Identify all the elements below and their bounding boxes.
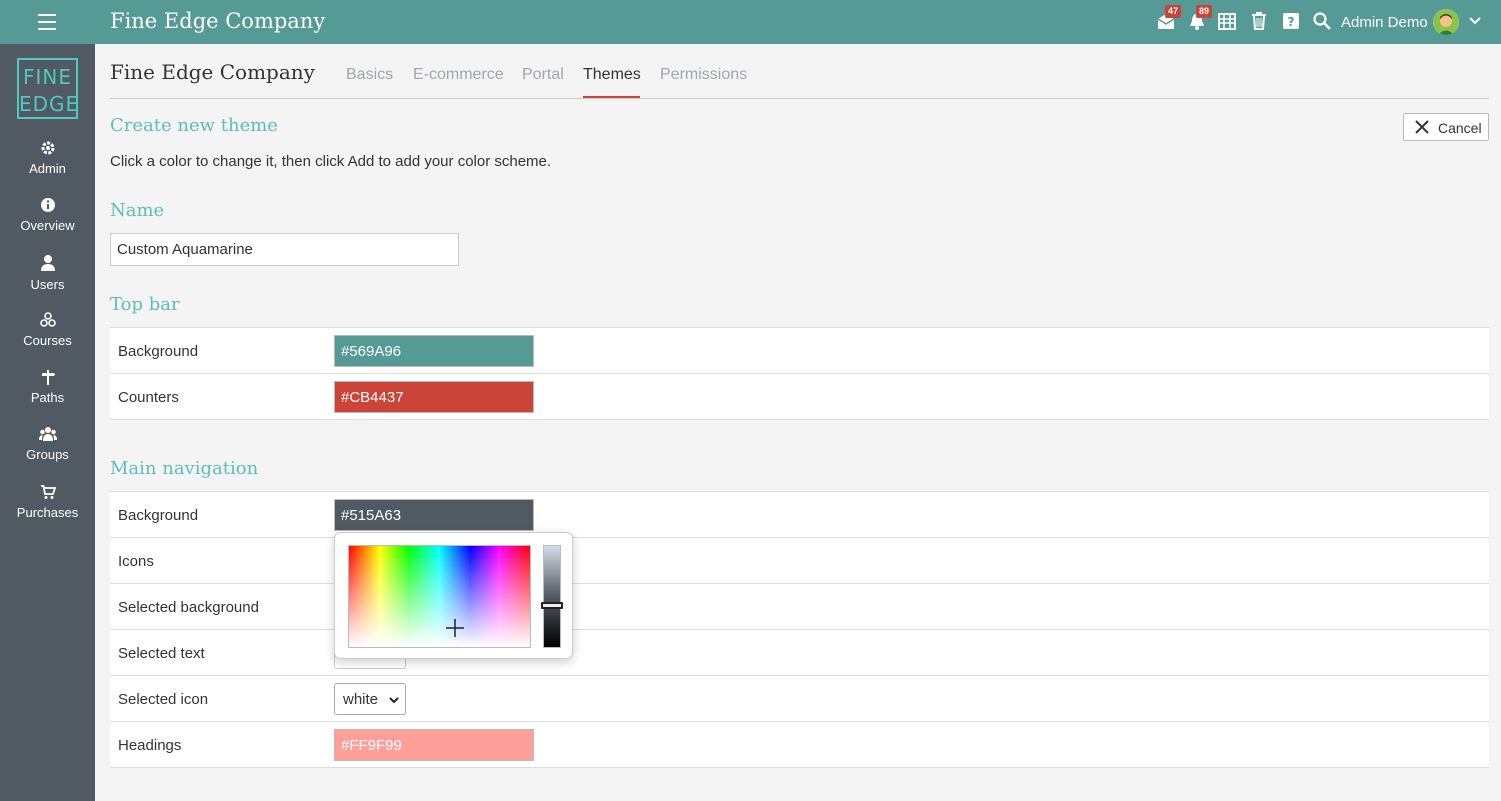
table-row: Selected background [110,584,1489,630]
sidebar-item-label: Paths [30,390,65,405]
brightness-slider[interactable] [541,545,563,648]
sidebar-item-label: Purchases [16,505,79,520]
company-logo[interactable]: FINE EDGE [17,58,78,119]
top-bar-colors-table: Background #569A96 Counters #CB4437 [110,327,1489,420]
user-icon [40,255,55,271]
table-row: Background #569A96 [110,328,1489,374]
instructions-text: Click a color to change it, then click A… [110,153,552,170]
sidebar-item-paths[interactable]: Paths [0,369,95,405]
sidebar-item-purchases[interactable]: Purchases [0,484,95,520]
color-spectrum[interactable] [348,545,531,648]
row-label: Selected background [118,599,259,616]
sidebar-item-courses[interactable]: Courses [0,312,95,348]
cancel-label: Cancel [1438,120,1482,136]
signpost-icon [41,370,55,385]
active-tab-indicator [583,96,640,98]
notifications-badge: 89 [1196,5,1213,18]
name-heading: Name [110,200,165,221]
tab-themes[interactable]: Themes [583,66,641,84]
sidebar-item-label: Courses [23,333,72,348]
table-row: Headings #FF9F99 [110,722,1489,768]
tabs-divider [110,98,1489,99]
cancel-button[interactable]: Cancel [1403,113,1489,141]
messages-badge: 47 [1165,5,1182,18]
sidebar-item-overview[interactable]: Overview [0,197,95,233]
search-icon[interactable] [1313,12,1333,32]
tab-permissions[interactable]: Permissions [660,66,747,84]
info-icon [40,198,55,212]
row-label: Icons [118,553,154,570]
sidebar-item-label: Admin [29,161,66,176]
avatar[interactable] [1433,9,1459,35]
color-picker-popup [334,532,573,659]
user-name[interactable]: Admin Demo [1341,14,1428,31]
row-label: Background [118,507,199,524]
sidebar-item-admin[interactable]: Admin [0,140,95,176]
topbar-background-color-field[interactable]: #569A96 [334,335,534,367]
table-row: Selected text [110,630,1489,676]
sidebar-item-label: Users [30,277,65,292]
top-bar-heading: Top bar [110,294,180,315]
gear-icon [41,141,54,155]
selected-icon-select[interactable]: white [334,683,406,715]
tab-basics[interactable]: Basics [346,66,393,84]
main-navigation-heading: Main navigation [110,458,259,479]
theme-name-input[interactable] [110,233,459,266]
top-bar: Fine Edge Company 47 89 ? Admin Demo [0,0,1501,44]
menu-icon[interactable] [38,14,56,30]
courses-icon [39,312,56,327]
row-label: Counters [118,389,179,406]
create-theme-heading: Create new theme [110,115,278,136]
nav-background-color-field[interactable]: #515A63 [334,499,534,531]
table-row: Icons [110,538,1489,584]
sidebar-item-label: Groups [26,447,69,462]
sidebar-item-users[interactable]: Users [0,254,95,292]
row-label: Selected icon [118,691,209,708]
svg-text:?: ? [1288,15,1295,29]
chevron-down-icon[interactable] [1468,14,1482,33]
row-label: Background [118,343,199,360]
close-icon [1415,120,1429,134]
table-row: Background #515A63 [110,492,1489,538]
crosshair-icon[interactable] [446,619,464,637]
main-navigation-colors-table: Background #515A63 Icons Selected backgr… [110,491,1489,768]
row-label: Headings [118,737,182,754]
main-navigation: FINE EDGE Admin Overview Users Courses P… [0,44,95,801]
headings-color-field[interactable]: #FF9F99 [334,729,534,761]
help-icon[interactable]: ? [1282,12,1302,32]
sidebar-item-label: Overview [20,218,75,233]
tab-portal[interactable]: Portal [522,66,564,84]
select-value: white [343,691,379,708]
table-row: Counters #CB4437 [110,374,1489,420]
table-row: Selected icon white [110,676,1489,722]
counters-color-field[interactable]: #CB4437 [334,381,534,413]
group-icon [38,427,57,441]
brand-title[interactable]: Fine Edge Company [110,9,325,33]
trash-icon[interactable] [1250,12,1270,32]
sidebar-item-groups[interactable]: Groups [0,426,95,462]
cart-icon [40,485,56,499]
messages-icon[interactable]: 47 [1156,5,1182,32]
slider-handle[interactable] [541,602,563,609]
chevron-down-icon [389,697,399,704]
tab-ecommerce[interactable]: E-commerce [413,66,504,84]
calendar-icon[interactable] [1218,12,1238,32]
page-title: Fine Edge Company [110,60,315,84]
row-label: Selected text [118,645,205,662]
notifications-icon[interactable]: 89 [1187,5,1213,32]
